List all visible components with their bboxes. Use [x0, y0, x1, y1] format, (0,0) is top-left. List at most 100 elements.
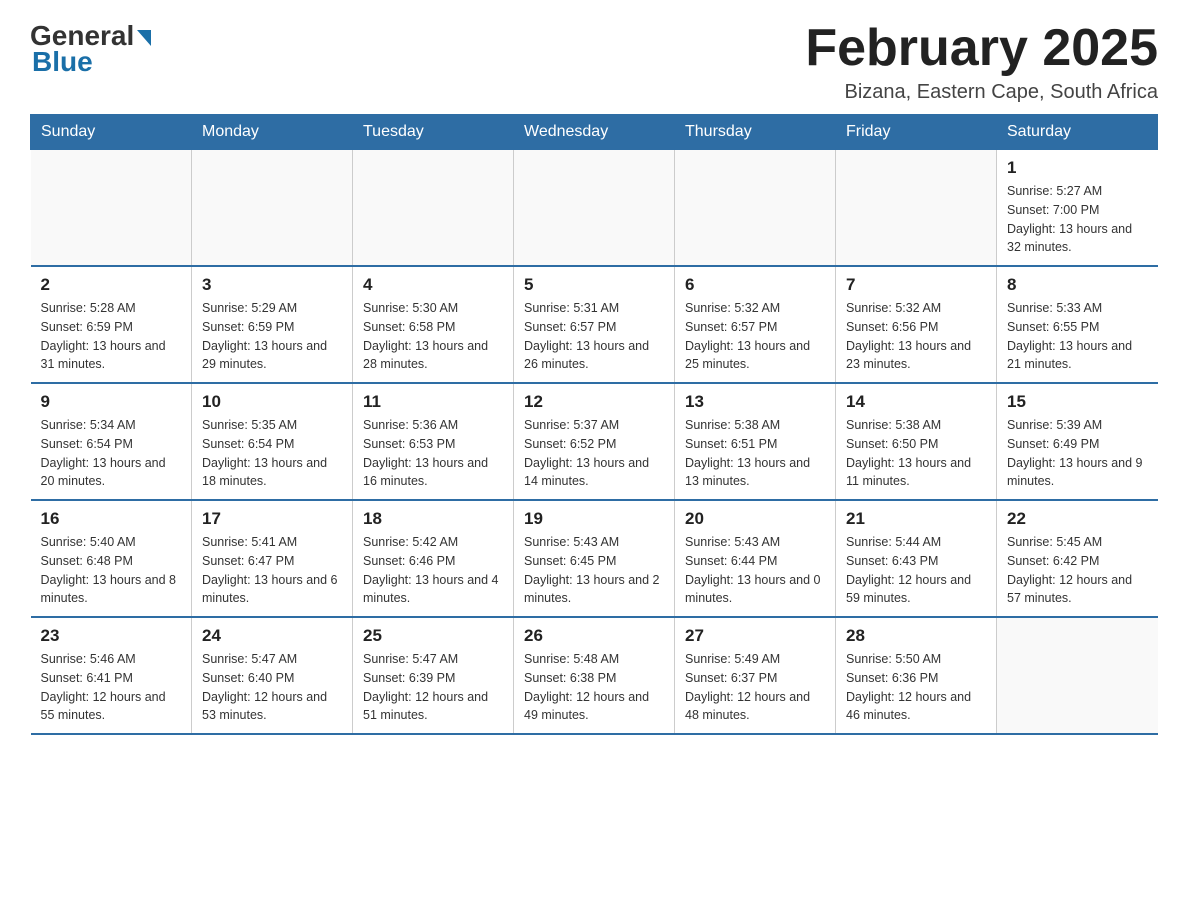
calendar-cell: 23 Sunrise: 5:46 AMSunset: 6:41 PMDayligh… — [31, 617, 192, 734]
month-title: February 2025 — [805, 20, 1158, 77]
day-number: 27 — [685, 626, 825, 646]
day-info: Sunrise: 5:31 AMSunset: 6:57 PMDaylight:… — [524, 299, 664, 374]
calendar-cell — [675, 150, 836, 267]
logo-blue-text: Blue — [32, 46, 93, 78]
day-info: Sunrise: 5:46 AMSunset: 6:41 PMDaylight:… — [41, 650, 182, 725]
day-number: 15 — [1007, 392, 1148, 412]
day-info: Sunrise: 5:47 AMSunset: 6:40 PMDaylight:… — [202, 650, 342, 725]
calendar-cell: 2Sunrise: 5:28 AMSunset: 6:59 PMDaylight… — [31, 266, 192, 383]
day-number: 9 — [41, 392, 182, 412]
weekday-header-tuesday: Tuesday — [353, 115, 514, 150]
day-number: 8 — [1007, 275, 1148, 295]
calendar-cell: 18 Sunrise: 5:42 AMSunset: 6:46 PMDayligh… — [353, 500, 514, 617]
calendar-cell: 10 Sunrise: 5:35 AMSunset: 6:54 PMDayligh… — [192, 383, 353, 500]
calendar-cell: 5 Sunrise: 5:31 AMSunset: 6:57 PMDaylight… — [514, 266, 675, 383]
day-info: Sunrise: 5:32 AMSunset: 6:56 PMDaylight:… — [846, 299, 986, 374]
weekday-header-thursday: Thursday — [675, 115, 836, 150]
calendar-cell: 22 Sunrise: 5:45 AMSunset: 6:42 PMDayligh… — [997, 500, 1158, 617]
day-info: Sunrise: 5:45 AMSunset: 6:42 PMDaylight:… — [1007, 533, 1148, 608]
calendar-cell: 6 Sunrise: 5:32 AMSunset: 6:57 PMDaylight… — [675, 266, 836, 383]
calendar-cell — [997, 617, 1158, 734]
calendar-table: SundayMondayTuesdayWednesdayThursdayFrid… — [30, 114, 1158, 735]
day-info: Sunrise: 5:38 AMSunset: 6:50 PMDaylight:… — [846, 416, 986, 491]
day-info: Sunrise: 5:32 AMSunset: 6:57 PMDaylight:… — [685, 299, 825, 374]
weekday-header-friday: Friday — [836, 115, 997, 150]
day-number: 10 — [202, 392, 342, 412]
calendar-cell: 25 Sunrise: 5:47 AMSunset: 6:39 PMDayligh… — [353, 617, 514, 734]
day-number: 19 — [524, 509, 664, 529]
page-header: General Blue February 2025 Bizana, Easte… — [30, 20, 1158, 104]
day-info: Sunrise: 5:43 AMSunset: 6:45 PMDaylight:… — [524, 533, 664, 608]
weekday-header-saturday: Saturday — [997, 115, 1158, 150]
day-number: 22 — [1007, 509, 1148, 529]
day-info: Sunrise: 5:42 AMSunset: 6:46 PMDaylight:… — [363, 533, 503, 608]
day-number: 1 — [1007, 158, 1148, 178]
day-info: Sunrise: 5:37 AMSunset: 6:52 PMDaylight:… — [524, 416, 664, 491]
day-number: 4 — [363, 275, 503, 295]
calendar-cell: 7 Sunrise: 5:32 AMSunset: 6:56 PMDaylight… — [836, 266, 997, 383]
location: Bizana, Eastern Cape, South Africa — [805, 81, 1158, 104]
calendar-cell: 27Sunrise: 5:49 AMSunset: 6:37 PMDayligh… — [675, 617, 836, 734]
weekday-header-monday: Monday — [192, 115, 353, 150]
calendar-cell — [192, 150, 353, 267]
calendar-cell — [514, 150, 675, 267]
calendar-cell: 26 Sunrise: 5:48 AMSunset: 6:38 PMDayligh… — [514, 617, 675, 734]
calendar-cell: 14Sunrise: 5:38 AMSunset: 6:50 PMDayligh… — [836, 383, 997, 500]
day-info: Sunrise: 5:48 AMSunset: 6:38 PMDaylight:… — [524, 650, 664, 725]
day-number: 23 — [41, 626, 182, 646]
calendar-cell: 24 Sunrise: 5:47 AMSunset: 6:40 PMDayligh… — [192, 617, 353, 734]
calendar-cell: 16 Sunrise: 5:40 AMSunset: 6:48 PMDayligh… — [31, 500, 192, 617]
day-info: Sunrise: 5:33 AMSunset: 6:55 PMDaylight:… — [1007, 299, 1148, 374]
day-info: Sunrise: 5:47 AMSunset: 6:39 PMDaylight:… — [363, 650, 503, 725]
calendar-cell: 12 Sunrise: 5:37 AMSunset: 6:52 PMDayligh… — [514, 383, 675, 500]
day-info: Sunrise: 5:35 AMSunset: 6:54 PMDaylight:… — [202, 416, 342, 491]
calendar-cell: 20Sunrise: 5:43 AMSunset: 6:44 PMDayligh… — [675, 500, 836, 617]
calendar-cell — [353, 150, 514, 267]
day-info: Sunrise: 5:40 AMSunset: 6:48 PMDaylight:… — [41, 533, 182, 608]
logo: General Blue — [30, 20, 151, 78]
calendar-cell: 3Sunrise: 5:29 AMSunset: 6:59 PMDaylight… — [192, 266, 353, 383]
day-number: 7 — [846, 275, 986, 295]
calendar-cell: 8 Sunrise: 5:33 AMSunset: 6:55 PMDaylight… — [997, 266, 1158, 383]
day-number: 21 — [846, 509, 986, 529]
calendar-cell — [31, 150, 192, 267]
calendar-cell: 13 Sunrise: 5:38 AMSunset: 6:51 PMDayligh… — [675, 383, 836, 500]
day-number: 12 — [524, 392, 664, 412]
day-number: 25 — [363, 626, 503, 646]
day-info: Sunrise: 5:38 AMSunset: 6:51 PMDaylight:… — [685, 416, 825, 491]
day-info: Sunrise: 5:28 AMSunset: 6:59 PMDaylight:… — [41, 299, 182, 374]
weekday-header-wednesday: Wednesday — [514, 115, 675, 150]
day-number: 13 — [685, 392, 825, 412]
calendar-cell: 21 Sunrise: 5:44 AMSunset: 6:43 PMDayligh… — [836, 500, 997, 617]
calendar-cell: 28Sunrise: 5:50 AMSunset: 6:36 PMDayligh… — [836, 617, 997, 734]
calendar-cell: 9 Sunrise: 5:34 AMSunset: 6:54 PMDaylight… — [31, 383, 192, 500]
day-info: Sunrise: 5:36 AMSunset: 6:53 PMDaylight:… — [363, 416, 503, 491]
day-info: Sunrise: 5:43 AMSunset: 6:44 PMDaylight:… — [685, 533, 825, 608]
calendar-cell: 17Sunrise: 5:41 AMSunset: 6:47 PMDayligh… — [192, 500, 353, 617]
day-number: 16 — [41, 509, 182, 529]
week-row-2: 2Sunrise: 5:28 AMSunset: 6:59 PMDaylight… — [31, 266, 1158, 383]
day-info: Sunrise: 5:44 AMSunset: 6:43 PMDaylight:… — [846, 533, 986, 608]
title-section: February 2025 Bizana, Eastern Cape, Sout… — [805, 20, 1158, 104]
day-info: Sunrise: 5:39 AMSunset: 6:49 PMDaylight:… — [1007, 416, 1148, 491]
day-number: 18 — [363, 509, 503, 529]
week-row-3: 9 Sunrise: 5:34 AMSunset: 6:54 PMDaylight… — [31, 383, 1158, 500]
logo-arrow-icon — [137, 30, 151, 46]
calendar-cell: 19 Sunrise: 5:43 AMSunset: 6:45 PMDayligh… — [514, 500, 675, 617]
day-number: 6 — [685, 275, 825, 295]
day-info: Sunrise: 5:27 AMSunset: 7:00 PMDaylight:… — [1007, 182, 1148, 257]
day-number: 5 — [524, 275, 664, 295]
day-number: 11 — [363, 392, 503, 412]
calendar-cell: 1 Sunrise: 5:27 AMSunset: 7:00 PMDaylight… — [997, 150, 1158, 267]
weekday-header-sunday: Sunday — [31, 115, 192, 150]
day-number: 3 — [202, 275, 342, 295]
day-number: 28 — [846, 626, 986, 646]
day-number: 26 — [524, 626, 664, 646]
day-info: Sunrise: 5:30 AMSunset: 6:58 PMDaylight:… — [363, 299, 503, 374]
weekday-header-row: SundayMondayTuesdayWednesdayThursdayFrid… — [31, 115, 1158, 150]
day-info: Sunrise: 5:34 AMSunset: 6:54 PMDaylight:… — [41, 416, 182, 491]
calendar-cell: 11 Sunrise: 5:36 AMSunset: 6:53 PMDayligh… — [353, 383, 514, 500]
day-number: 24 — [202, 626, 342, 646]
calendar-cell: 4 Sunrise: 5:30 AMSunset: 6:58 PMDaylight… — [353, 266, 514, 383]
calendar-cell: 15 Sunrise: 5:39 AMSunset: 6:49 PMDayligh… — [997, 383, 1158, 500]
